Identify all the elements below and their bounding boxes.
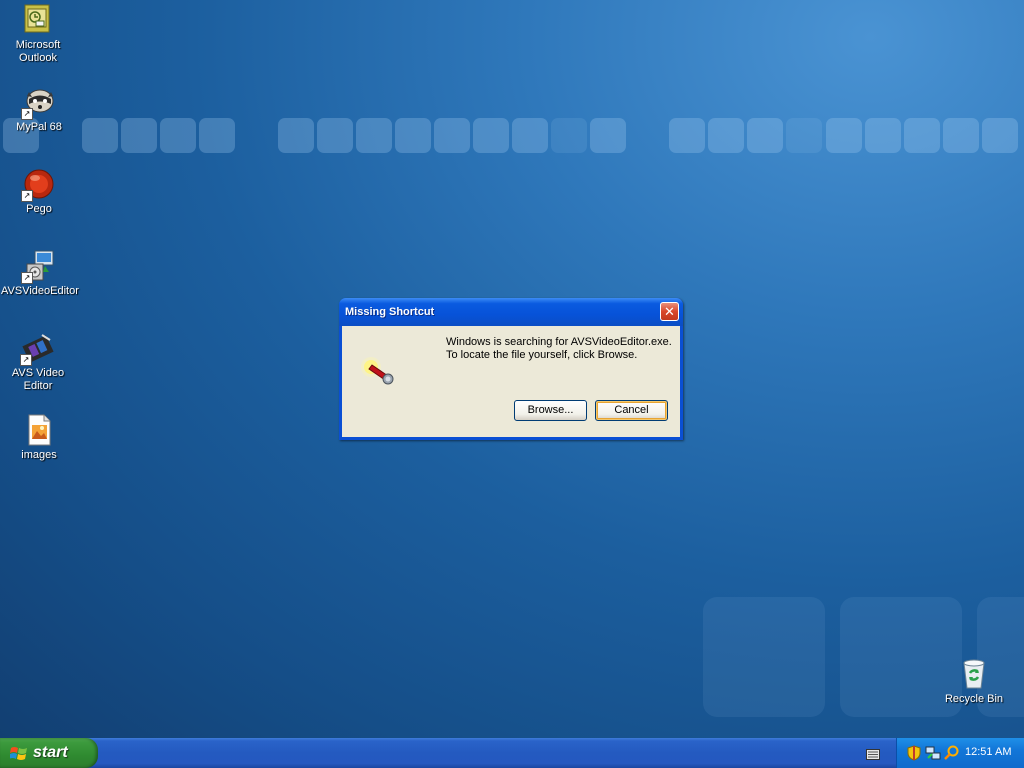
desktop-icon-images[interactable]: images bbox=[1, 414, 77, 462]
desktop: Microsoft Outlook ↗ MyPal 68 ↗ Pego ↗ AV… bbox=[0, 0, 1024, 738]
desktop-icon-label: Recycle Bin bbox=[944, 693, 1004, 705]
desktop-icon-avs-video-editor[interactable]: ↗ AVS Video Editor bbox=[0, 332, 76, 393]
pego-icon: ↗ bbox=[21, 168, 55, 202]
search-icon[interactable] bbox=[944, 745, 960, 761]
shortcut-arrow-icon: ↗ bbox=[21, 190, 33, 202]
raccoon-icon: ↗ bbox=[21, 86, 55, 120]
dialog-message: Windows is searching for AVSVideoEditor.… bbox=[446, 336, 672, 362]
desktop-icon-label: Microsoft bbox=[15, 39, 61, 51]
desktop-icon-avsvideoeditor[interactable]: ↗ AVSVideoEditor bbox=[1, 250, 79, 298]
installer-icon: ↗ bbox=[21, 250, 55, 284]
message-line: To locate the file yourself, click Brows… bbox=[446, 349, 638, 361]
wallpaper-tile bbox=[395, 118, 431, 153]
shortcut-arrow-icon: ↗ bbox=[20, 354, 32, 366]
desktop-icon-label: MyPal 68 bbox=[16, 121, 62, 133]
clock[interactable]: 12:51 AM bbox=[965, 746, 1011, 758]
message-line: Windows is searching for AVSVideoEditor.… bbox=[446, 336, 672, 348]
wallpaper-tile bbox=[199, 118, 235, 153]
security-shield-icon[interactable] bbox=[906, 745, 922, 761]
dialog-titlebar[interactable]: Missing Shortcut ✕ bbox=[339, 298, 683, 326]
desktop-icon-mypal-68[interactable]: ↗ MyPal 68 bbox=[1, 86, 77, 134]
recycle-bin-icon bbox=[958, 658, 990, 690]
system-tray: 12:51 AM bbox=[896, 738, 1024, 768]
desktop-icon-label: Pego bbox=[26, 203, 52, 215]
wallpaper-tile bbox=[317, 118, 353, 153]
desktop-icon-recycle-bin[interactable]: Recycle Bin bbox=[936, 658, 1012, 706]
wallpaper-tile bbox=[669, 118, 705, 153]
start-label: start bbox=[33, 744, 68, 761]
desktop-icon-pego[interactable]: ↗ Pego bbox=[1, 168, 77, 216]
keyboard-icon[interactable] bbox=[866, 747, 880, 760]
shortcut-arrow-icon: ↗ bbox=[21, 272, 33, 284]
dialog-title: Missing Shortcut bbox=[345, 306, 435, 318]
wallpaper-tile bbox=[826, 118, 862, 153]
shortcut-arrow-icon: ↗ bbox=[21, 108, 33, 120]
desktop-icon-label: AVSVideoEditor bbox=[1, 285, 79, 297]
missing-shortcut-dialog: Missing Shortcut ✕ Windows is searching … bbox=[339, 298, 683, 440]
windows-flag-icon bbox=[9, 745, 28, 762]
browse-button[interactable]: Browse... bbox=[514, 400, 587, 421]
desktop-icon-label: AVS Video bbox=[11, 367, 65, 379]
wallpaper-tile bbox=[865, 118, 901, 153]
wallpaper-tile bbox=[786, 118, 822, 153]
start-button[interactable]: start bbox=[0, 738, 98, 768]
desktop-icon-label: images bbox=[21, 449, 57, 461]
wallpaper-tile bbox=[512, 118, 548, 153]
wallpaper-tile bbox=[82, 118, 118, 153]
wallpaper-tile bbox=[904, 118, 940, 153]
wallpaper-tile bbox=[278, 118, 314, 153]
desktop-icon-label: Editor bbox=[23, 380, 53, 392]
wallpaper-tile bbox=[708, 118, 744, 153]
wallpaper-tile bbox=[551, 118, 587, 153]
dialog-body: Windows is searching for AVSVideoEditor.… bbox=[342, 326, 680, 437]
wallpaper-tile-large bbox=[703, 597, 825, 717]
outlook-icon bbox=[22, 4, 54, 36]
wallpaper-tile bbox=[160, 118, 196, 153]
desktop-icon-label: Outlook bbox=[19, 52, 57, 64]
film-icon: ↗ bbox=[20, 332, 54, 366]
wallpaper-tile bbox=[747, 118, 783, 153]
close-icon: ✕ bbox=[664, 305, 675, 320]
wallpaper-tile bbox=[590, 118, 626, 153]
wallpaper-tile bbox=[982, 118, 1018, 153]
close-button[interactable]: ✕ bbox=[660, 302, 679, 321]
wallpaper-tile bbox=[356, 118, 392, 153]
taskbar: start 12:51 AM bbox=[0, 738, 1024, 768]
flashlight-search-icon bbox=[360, 356, 400, 386]
desktop-icon-microsoft-outlook[interactable]: Microsoft Outlook bbox=[0, 4, 76, 65]
wallpaper-tile bbox=[473, 118, 509, 153]
wallpaper-tile bbox=[434, 118, 470, 153]
wallpaper-tile bbox=[121, 118, 157, 153]
cancel-button[interactable]: Cancel bbox=[595, 400, 668, 421]
wallpaper-tile bbox=[943, 118, 979, 153]
image-file-icon bbox=[23, 414, 55, 446]
network-icon[interactable] bbox=[925, 745, 941, 761]
